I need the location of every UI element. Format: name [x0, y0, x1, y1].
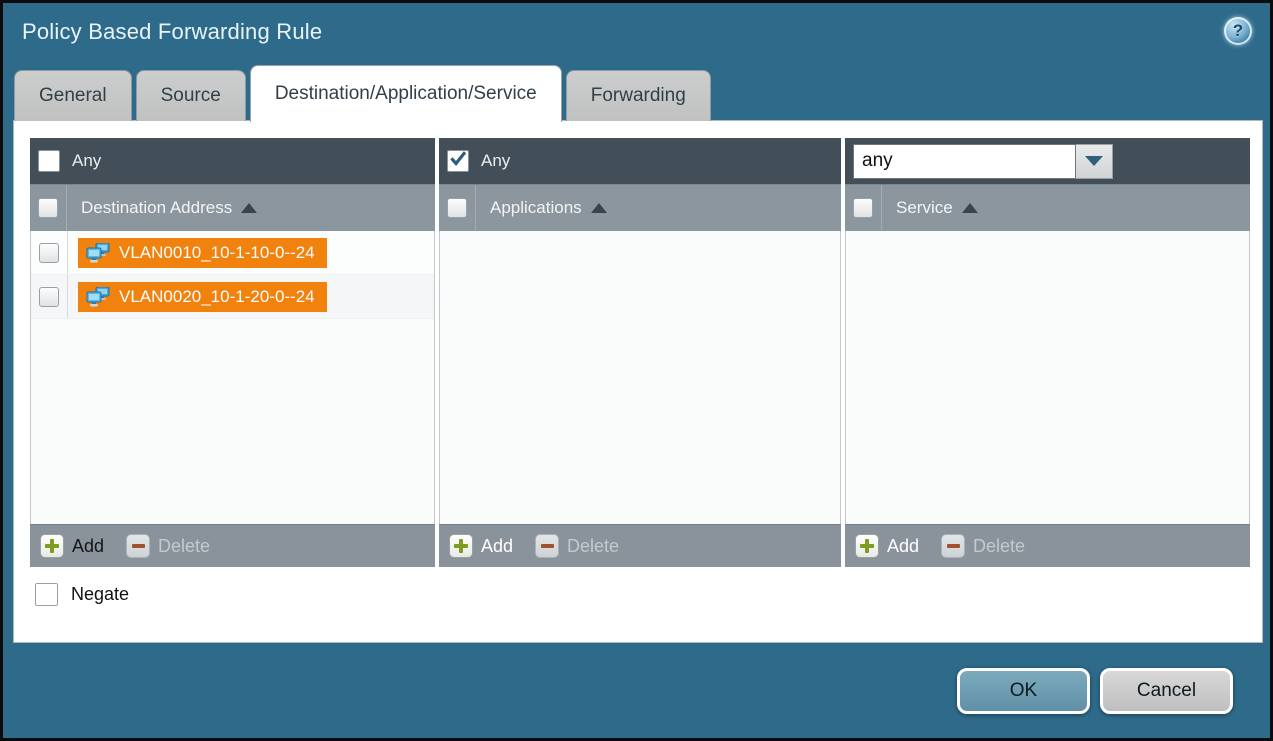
sort-ascending-icon: [241, 203, 257, 213]
address-object-name: VLAN0020_10-1-20-0--24: [119, 287, 315, 307]
tab-general[interactable]: General: [14, 70, 132, 121]
applications-any-checkbox[interactable]: [447, 150, 469, 172]
add-plus-icon: [449, 534, 473, 558]
delete-button-label: Delete: [158, 536, 210, 557]
add-button-label: Add: [887, 536, 919, 557]
network-icon: [86, 243, 110, 263]
delete-button[interactable]: Delete: [535, 534, 619, 558]
applications-header-label: Applications: [490, 198, 582, 218]
destination-address-header-cell[interactable]: Destination Address: [67, 185, 257, 231]
ok-button-label: OK: [1010, 680, 1037, 702]
applications-select-all-lane: [439, 185, 476, 231]
address-object-chip[interactable]: VLAN0020_10-1-20-0--24: [78, 282, 327, 312]
table-row[interactable]: VLAN0020_10-1-20-0--24: [31, 275, 434, 319]
add-button[interactable]: Add: [40, 534, 104, 558]
help-question-glyph: ?: [1233, 21, 1243, 41]
delete-button[interactable]: Delete: [941, 534, 1025, 558]
negate-checkbox[interactable]: [35, 583, 58, 606]
destination-any-label: Any: [72, 151, 101, 171]
service-select-all-checkbox[interactable]: [853, 198, 873, 218]
tab-general-label: General: [39, 85, 107, 107]
tab-source-label: Source: [161, 85, 221, 107]
destination-any-bar: Any: [30, 138, 435, 184]
destination-address-list: VLAN0010_10-1-10-0--24: [30, 231, 435, 524]
destination-footer-bar: Add Delete: [30, 524, 435, 567]
delete-button-label: Delete: [567, 536, 619, 557]
delete-button[interactable]: Delete: [126, 534, 210, 558]
applications-column-header: Applications: [439, 184, 841, 231]
cancel-button[interactable]: Cancel: [1100, 668, 1233, 714]
row-checkbox-lane: [31, 275, 68, 318]
service-column-header: Service: [845, 184, 1250, 231]
cancel-button-label: Cancel: [1137, 680, 1196, 702]
destination-select-all-lane: [30, 185, 67, 231]
delete-minus-icon: [126, 534, 150, 558]
policy-based-forwarding-dialog: Policy Based Forwarding Rule ? General S…: [0, 0, 1273, 741]
ok-button[interactable]: OK: [957, 668, 1090, 714]
applications-list: [439, 231, 841, 524]
table-row[interactable]: VLAN0010_10-1-10-0--24: [31, 231, 434, 275]
service-type-select[interactable]: any: [853, 144, 1076, 179]
sort-ascending-icon: [591, 203, 607, 213]
row-content: VLAN0010_10-1-10-0--24: [68, 231, 327, 274]
destination-address-column: Any Destination Address: [30, 138, 435, 567]
checkmark-icon: [450, 151, 466, 167]
negate-row: Negate: [35, 583, 129, 606]
tab-destination-application-service[interactable]: Destination/Application/Service: [250, 65, 562, 122]
delete-minus-icon: [941, 534, 965, 558]
applications-header-cell[interactable]: Applications: [476, 185, 607, 231]
service-header-cell[interactable]: Service: [882, 185, 978, 231]
destination-column-header: Destination Address: [30, 184, 435, 231]
help-icon[interactable]: ?: [1224, 17, 1252, 45]
add-button-label: Add: [72, 536, 104, 557]
address-object-chip[interactable]: VLAN0010_10-1-10-0--24: [78, 238, 327, 268]
row-content: VLAN0020_10-1-20-0--24: [68, 275, 327, 318]
service-header-label: Service: [896, 198, 953, 218]
service-list: [845, 231, 1250, 524]
dropdown-arrow-button[interactable]: [1076, 144, 1113, 179]
add-button[interactable]: Add: [855, 534, 919, 558]
service-select-all-lane: [845, 185, 882, 231]
service-type-value: any: [862, 150, 893, 172]
sort-ascending-icon: [962, 203, 978, 213]
service-column: any Service: [845, 138, 1250, 567]
destination-row-checkbox[interactable]: [39, 243, 59, 263]
destination-select-all-checkbox[interactable]: [38, 198, 58, 218]
applications-select-all-checkbox[interactable]: [447, 198, 467, 218]
applications-any-bar: Any: [439, 138, 841, 184]
service-type-dropdown: any: [853, 144, 1113, 179]
negate-label: Negate: [71, 584, 129, 605]
destination-any-checkbox[interactable]: [38, 150, 60, 172]
dialog-title: Policy Based Forwarding Rule: [22, 19, 322, 45]
tab-destination-application-service-label: Destination/Application/Service: [275, 83, 537, 105]
delete-button-label: Delete: [973, 536, 1025, 557]
address-object-name: VLAN0010_10-1-10-0--24: [119, 243, 315, 263]
applications-footer-bar: Add Delete: [439, 524, 841, 567]
delete-minus-icon: [535, 534, 559, 558]
tab-forwarding[interactable]: Forwarding: [566, 70, 711, 121]
add-button[interactable]: Add: [449, 534, 513, 558]
service-footer-bar: Add Delete: [845, 524, 1250, 567]
destination-row-checkbox[interactable]: [39, 287, 59, 307]
service-type-bar: any: [845, 138, 1250, 184]
row-checkbox-lane: [31, 231, 68, 274]
applications-any-label: Any: [481, 151, 510, 171]
chevron-down-icon: [1085, 156, 1103, 166]
tab-bar: General Source Destination/Application/S…: [14, 64, 711, 121]
tab-source[interactable]: Source: [136, 70, 246, 121]
tab-content-panel: Any Destination Address: [13, 120, 1263, 643]
add-button-label: Add: [481, 536, 513, 557]
applications-column: Any Applications Add Delete: [439, 138, 841, 567]
add-plus-icon: [855, 534, 879, 558]
tab-forwarding-label: Forwarding: [591, 85, 686, 107]
network-icon: [86, 287, 110, 307]
add-plus-icon: [40, 534, 64, 558]
destination-address-header-label: Destination Address: [81, 198, 232, 218]
